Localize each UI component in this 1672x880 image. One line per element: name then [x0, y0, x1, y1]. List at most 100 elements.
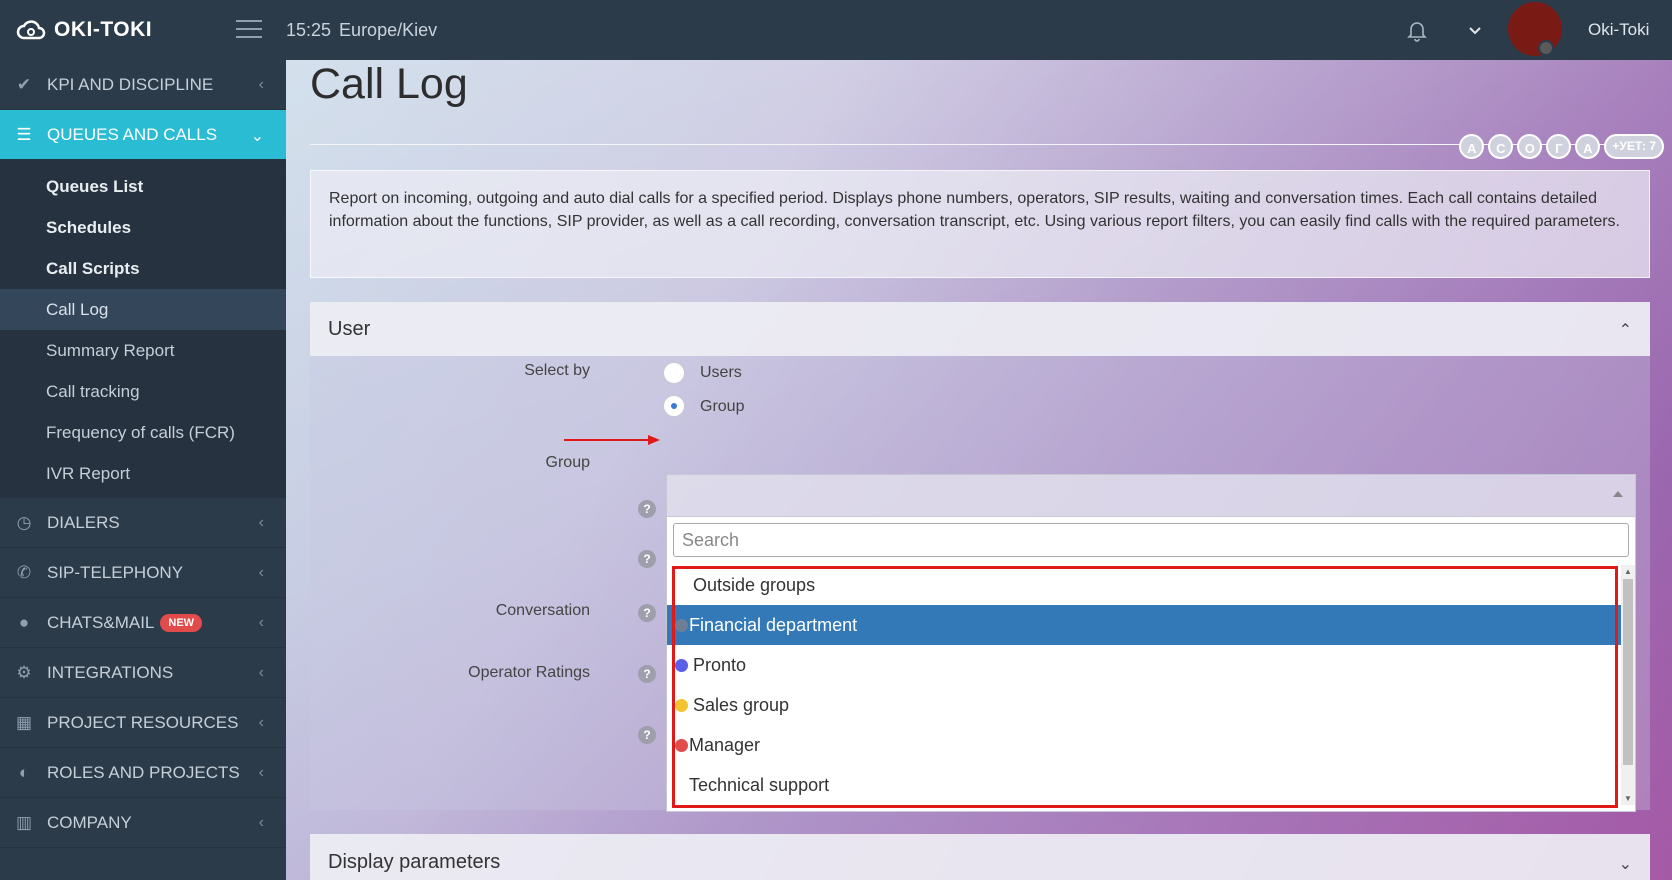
bar-chart-icon: ▥: [15, 812, 33, 832]
sidebar: ✔ KPI AND DISCIPLINE ‹ ☰ QUEUES AND CALL…: [0, 60, 286, 880]
help-icon[interactable]: ?: [638, 500, 656, 518]
option-label: Sales group: [693, 695, 790, 715]
submenu-item-schedules[interactable]: Schedules: [0, 207, 286, 248]
more-users-tag[interactable]: +УЕТ: 7: [1604, 134, 1664, 159]
chevron-left-icon: ‹: [258, 714, 264, 731]
group-select[interactable]: [666, 474, 1636, 516]
sidebar-item-queues[interactable]: ☰ QUEUES AND CALLS ⌄: [0, 110, 286, 160]
panel-title: Display parameters: [328, 850, 501, 873]
user-tags: А С О Г А +УЕТ: 7: [1459, 134, 1664, 159]
user-tag[interactable]: А: [1459, 134, 1485, 159]
status-dot: [1538, 40, 1554, 56]
sidebar-item-integrations[interactable]: ⚙ INTEGRATIONS ‹: [0, 648, 286, 698]
user-tag[interactable]: А: [1575, 134, 1601, 159]
operator-ratings-label: Operator Ratings: [468, 664, 590, 681]
sidebar-item-label: PROJECT RESOURCES: [47, 712, 239, 732]
sidebar-item-label: INTEGRATIONS: [47, 662, 174, 682]
sidebar-item-project-resources[interactable]: ▦ PROJECT RESOURCES ‹: [0, 698, 286, 748]
user-panel-header[interactable]: User ⌃: [310, 302, 1650, 356]
triangle-up-icon: [1613, 491, 1623, 497]
chevron-down-icon: ⌄: [250, 128, 264, 145]
sidebar-item-kpi[interactable]: ✔ KPI AND DISCIPLINE ‹: [0, 60, 286, 110]
bell-icon[interactable]: [1405, 18, 1429, 42]
submenu-queues: Queues List Schedules Call Scripts Call …: [0, 160, 286, 498]
report-description: Report on incoming, outgoing and auto di…: [310, 170, 1650, 278]
option-label: Technical support: [689, 775, 830, 795]
sidebar-item-label: QUEUES AND CALLS: [47, 124, 218, 144]
help-icon[interactable]: ?: [638, 604, 656, 622]
user-tag[interactable]: С: [1488, 134, 1514, 159]
chevron-left-icon: ‹: [258, 664, 264, 681]
chevron-up-icon[interactable]: ⌃: [1619, 320, 1632, 340]
option-pronto[interactable]: Pronto: [667, 645, 1621, 685]
chevron-left-icon: ‹: [258, 814, 264, 831]
user-tag[interactable]: Г: [1546, 134, 1572, 159]
scroll-thumb[interactable]: [1623, 579, 1633, 765]
help-icon[interactable]: ?: [638, 726, 656, 744]
dropdown-scrollbar[interactable]: ▲ ▼: [1621, 565, 1635, 805]
scroll-up-icon[interactable]: ▲: [1624, 567, 1632, 576]
submenu-item-call-scripts[interactable]: Call Scripts: [0, 248, 286, 289]
option-label: Outside groups: [693, 575, 816, 595]
submenu-item-summary-report[interactable]: Summary Report: [0, 330, 286, 371]
sidebar-item-label: KPI AND DISCIPLINE: [47, 74, 214, 94]
color-dot: [675, 619, 688, 632]
color-dot: [675, 699, 688, 712]
sidebar-item-label: DIALERS: [47, 512, 120, 532]
menu-toggle-icon[interactable]: [236, 20, 262, 40]
chat-icon: ●: [18, 612, 30, 632]
option-financial-department[interactable]: Financial department: [667, 605, 1621, 645]
scroll-down-icon[interactable]: ▼: [1624, 794, 1632, 803]
chevron-left-icon: ‹: [258, 514, 264, 531]
display-parameters-panel[interactable]: Display parameters ⌄: [310, 834, 1650, 880]
chevron-left-icon: ‹: [258, 614, 264, 631]
clock-time: 15:25: [286, 20, 332, 40]
option-sales-group[interactable]: Sales group: [667, 685, 1621, 725]
clock-icon: ◷: [16, 512, 32, 532]
select-by-label: Select by: [524, 362, 590, 379]
submenu-item-fcr[interactable]: Frequency of calls (FCR): [0, 412, 286, 453]
radio-users[interactable]: [663, 362, 685, 384]
option-outside-groups: Outside groups: [667, 565, 1621, 605]
sidebar-item-company[interactable]: ▥ COMPANY ‹: [0, 798, 286, 848]
submenu-item-queues-list[interactable]: Queues List: [0, 166, 286, 207]
sidebar-item-label: ROLES AND PROJECTS: [47, 762, 240, 782]
red-arrow-annotation: [564, 435, 660, 445]
chevron-left-icon: ‹: [258, 564, 264, 581]
chevron-down-icon[interactable]: ⌄: [1619, 854, 1632, 874]
option-technical-support[interactable]: Technical support: [667, 765, 1621, 801]
color-dot: [675, 739, 688, 752]
radio-users-label[interactable]: Users: [700, 364, 742, 382]
clock-timezone: Europe/Kiev: [339, 20, 438, 40]
user-tag[interactable]: О: [1517, 134, 1543, 159]
sidebar-item-label: CHATS&MAIL: [47, 612, 155, 632]
submenu-item-call-tracking[interactable]: Call tracking: [0, 371, 286, 412]
conversation-label: Conversation: [495, 602, 590, 619]
phone-icon: ✆: [16, 562, 32, 582]
sidebar-item-sip-telephony[interactable]: ✆ SIP-TELEPHONY ‹: [0, 548, 286, 598]
sidebar-item-chats-mail[interactable]: ● CHATS&MAIL NEW ‹: [0, 598, 286, 648]
chevron-down-icon[interactable]: [1468, 24, 1482, 38]
option-label: Manager: [689, 735, 761, 755]
color-dot: [675, 659, 688, 672]
search-input[interactable]: [673, 523, 1629, 557]
gears-icon: ⚙: [16, 662, 32, 682]
help-icon[interactable]: ?: [638, 665, 656, 683]
radio-group-label[interactable]: Group: [700, 398, 744, 416]
username[interactable]: Oki-Toki: [1588, 0, 1649, 60]
top-bar: OKI-TOKI 15:25 Europe/Kiev Oki-Toki: [0, 0, 1672, 60]
group-dropdown: Outside groups Financial department Pron…: [666, 516, 1636, 812]
sidebar-item-dialers[interactable]: ◷ DIALERS ‹: [0, 498, 286, 548]
grid-icon: ▦: [15, 712, 33, 732]
radio-group[interactable]: [663, 395, 685, 417]
sidebar-item-label: COMPANY: [47, 812, 132, 832]
chevron-left-icon: ‹: [258, 764, 264, 781]
help-icon[interactable]: ?: [638, 550, 656, 568]
sidebar-item-roles-projects[interactable]: ◐ ROLES AND PROJECTS ‹: [0, 748, 286, 798]
submenu-item-call-log[interactable]: Call Log: [0, 289, 286, 330]
main-content: Call Log А С О Г А +УЕТ: 7 Report on inc…: [286, 60, 1672, 880]
option-manager[interactable]: Manager: [667, 725, 1621, 765]
chevron-left-icon: ‹: [258, 76, 264, 93]
submenu-item-ivr-report[interactable]: IVR Report: [0, 453, 286, 494]
option-label: Financial department: [689, 615, 858, 635]
